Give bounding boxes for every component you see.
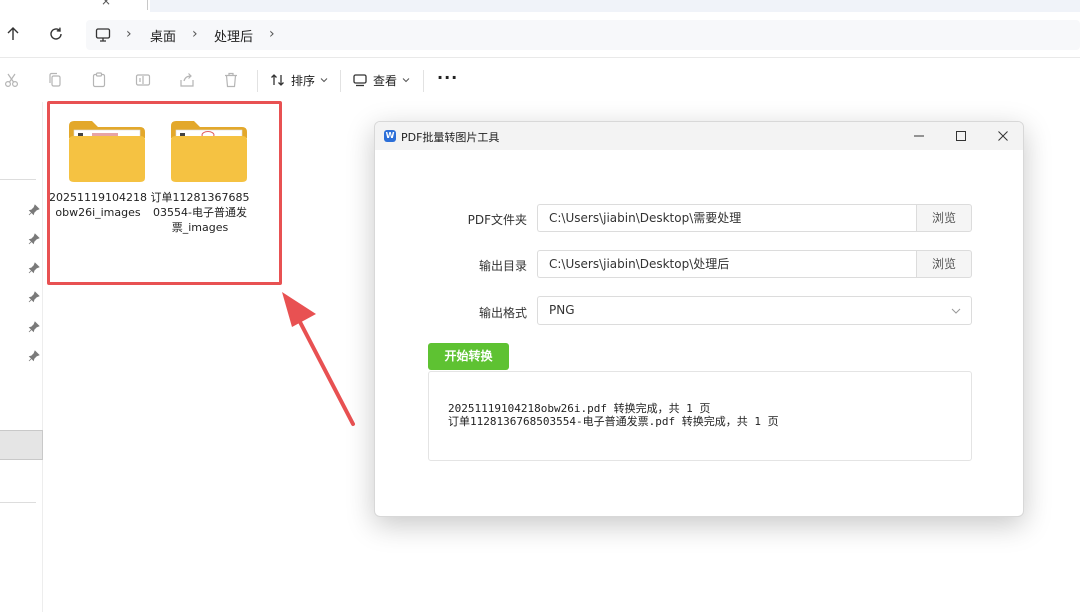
output-dir-label: 输出目录: [478, 259, 527, 273]
paste-icon[interactable]: [90, 71, 108, 89]
pin-icon[interactable]: [28, 233, 40, 245]
pdf-folder-input[interactable]: C:\Users\jiabin\Desktop\需要处理: [537, 204, 917, 232]
delete-icon[interactable]: [222, 71, 240, 89]
breadcrumb-item-processed[interactable]: 处理后: [214, 26, 253, 45]
more-options-button[interactable]: ···: [437, 68, 458, 87]
pin-icon[interactable]: [28, 204, 40, 216]
breadcrumb[interactable]: › 桌面 › 处理后 ›: [86, 20, 1080, 50]
toolbar-divider: [340, 70, 341, 92]
arrow-annotation: [282, 292, 355, 426]
explorer-tab[interactable]: ×: [0, 0, 150, 12]
chevron-down-icon: [320, 78, 328, 83]
sort-button-label: 排序: [291, 73, 316, 88]
toolbar-divider: [257, 70, 258, 92]
window-titlebar[interactable]: W PDF批量转图片工具: [375, 122, 1023, 150]
chevron-right-icon: ›: [126, 26, 132, 42]
chevron-right-icon[interactable]: ›: [269, 26, 275, 42]
pin-icon[interactable]: [28, 291, 40, 303]
pdf-folder-label: PDF文件夹: [467, 213, 527, 227]
app-logo-icon: W: [384, 130, 396, 142]
view-button-label: 查看: [373, 73, 398, 88]
computer-icon[interactable]: [95, 27, 111, 43]
log-output: 20251119104218obw26i.pdf 转换完成，共 1 页 订单11…: [428, 371, 972, 461]
rename-icon[interactable]: [134, 71, 152, 89]
share-icon[interactable]: [178, 71, 196, 89]
output-format-select[interactable]: PNG: [537, 296, 972, 325]
tab-divider: [147, 0, 148, 10]
output-dir-browse-button[interactable]: 浏览: [916, 250, 972, 278]
pin-icon[interactable]: [28, 262, 40, 274]
view-icon: [353, 74, 367, 87]
close-icon[interactable]: ×: [101, 0, 111, 8]
view-button[interactable]: 查看: [352, 70, 410, 90]
sidebar-divider: [0, 502, 36, 503]
address-bar: › 桌面 › 处理后 ›: [0, 12, 1080, 58]
toolbar-divider: [423, 70, 424, 92]
pdf-folder-browse-button[interactable]: 浏览: [916, 204, 972, 232]
sidebar-divider: [0, 179, 36, 180]
refresh-icon[interactable]: [47, 25, 65, 43]
output-dir-input[interactable]: C:\Users\jiabin\Desktop\处理后: [537, 250, 917, 278]
log-line: 20251119104218obw26i.pdf 转换完成，共 1 页: [448, 402, 711, 415]
sort-button[interactable]: 排序: [270, 70, 328, 90]
copy-icon[interactable]: [46, 71, 64, 89]
command-toolbar: 排序 查看 ···: [0, 58, 1080, 102]
window-title: PDF批量转图片工具: [401, 131, 500, 144]
breadcrumb-item-desktop[interactable]: 桌面: [150, 26, 176, 45]
pdf-converter-window: W PDF批量转图片工具 PDF文件夹 C:\Users\jiabin\Desk…: [374, 121, 1024, 517]
sidebar-item-selected[interactable]: [0, 430, 43, 460]
output-format-value: PNG: [549, 303, 575, 317]
navigation-pane: [0, 102, 43, 612]
start-convert-button[interactable]: 开始转换: [428, 343, 509, 370]
log-line: 订单1128136768503554-电子普通发票.pdf 转换完成，共 1 页: [448, 415, 779, 428]
pin-icon[interactable]: [28, 350, 40, 362]
close-icon[interactable]: [996, 129, 1010, 143]
arrow-up-icon[interactable]: [4, 25, 22, 43]
chevron-down-icon: [951, 308, 961, 314]
output-format-label: 输出格式: [478, 306, 527, 320]
pin-icon[interactable]: [28, 321, 40, 333]
chevron-down-icon: [402, 78, 410, 83]
cut-icon[interactable]: [3, 71, 21, 89]
maximize-icon[interactable]: [954, 129, 968, 143]
tab-strip: ×: [0, 0, 1080, 12]
chevron-right-icon: ›: [192, 26, 198, 42]
sort-icon: [271, 74, 284, 86]
highlight-annotation: [47, 101, 282, 285]
minimize-icon[interactable]: [912, 129, 926, 143]
